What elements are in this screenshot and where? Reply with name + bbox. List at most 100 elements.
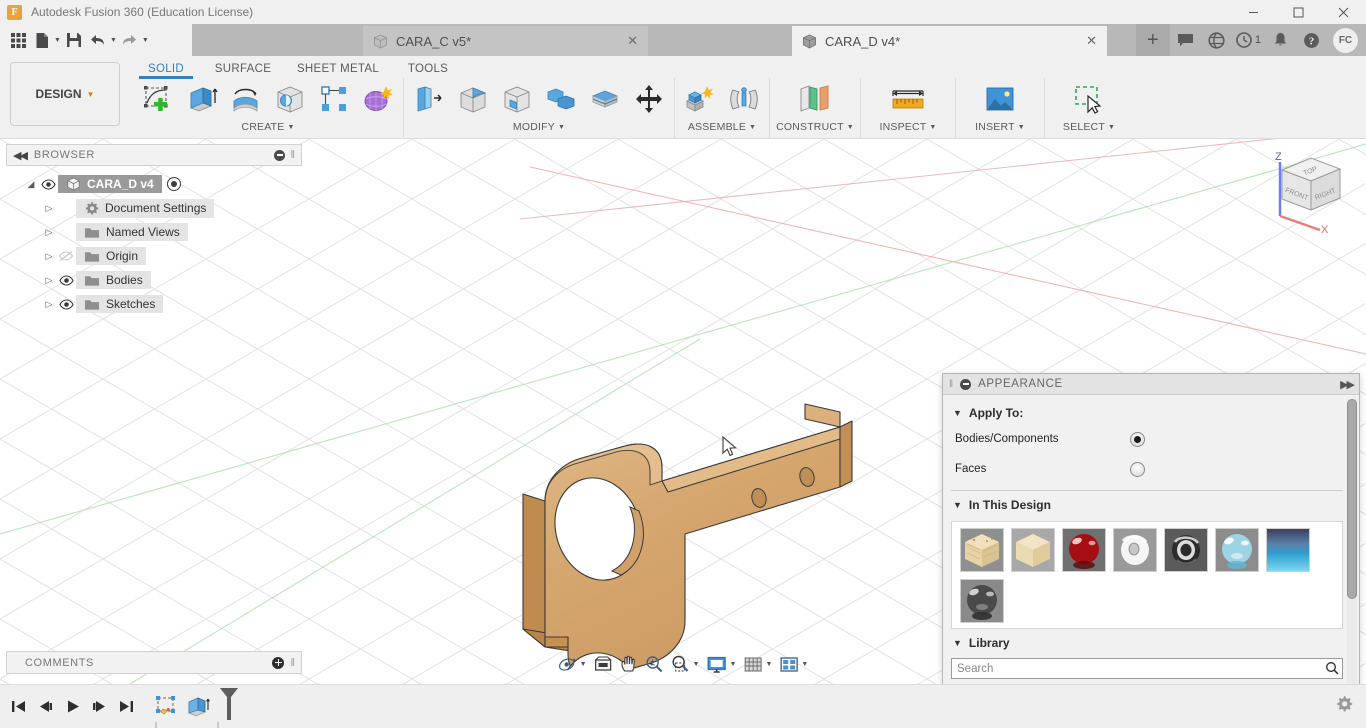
ribbon-group-assemble-label[interactable]: ASSEMBLE ▼ — [688, 121, 756, 133]
expander-icon[interactable]: ▷ — [42, 227, 56, 238]
panel-grip[interactable]: ‖ — [290, 149, 295, 161]
split-face-icon[interactable] — [583, 78, 627, 120]
create-sketch-icon[interactable] — [136, 78, 180, 120]
tree-item-bodies[interactable]: ▷ Bodies — [6, 268, 302, 292]
chevron-down-icon[interactable]: ▼ — [765, 661, 772, 668]
pan-icon[interactable] — [617, 651, 641, 677]
ribbon-group-modify-label[interactable]: MODIFY ▼ — [513, 121, 565, 133]
new-file-icon[interactable] — [31, 28, 53, 52]
timeline-feature-sketch[interactable] — [152, 692, 180, 722]
swatch-wood-birch[interactable] — [960, 528, 1004, 572]
bell-icon[interactable] — [1265, 24, 1296, 56]
swatch-wood-plain[interactable] — [1011, 528, 1055, 572]
document-tab-close-icon[interactable]: ✕ — [627, 33, 638, 49]
comments-panel[interactable]: COMMENTS ‖ — [6, 651, 302, 674]
zoom-window-icon[interactable]: ▼ — [668, 651, 703, 677]
new-file-caret-icon[interactable]: ▼ — [54, 37, 61, 44]
visibility-off-icon[interactable] — [56, 250, 76, 262]
visibility-icon[interactable] — [56, 298, 76, 310]
dialog-grip[interactable]: ‖ — [949, 379, 953, 390]
comment-icon[interactable] — [1170, 24, 1201, 56]
timeline-play-button[interactable] — [59, 692, 86, 722]
library-section-header[interactable]: ▼ Library — [949, 629, 1345, 654]
timeline-step-back-button[interactable] — [32, 692, 59, 722]
appearance-scrollbar-thumb[interactable] — [1347, 399, 1357, 599]
swatch-water-blue[interactable] — [1266, 528, 1310, 572]
document-tab-cara-d[interactable]: CARA_D v4* ✕ — [792, 26, 1107, 56]
move-copy-icon[interactable] — [627, 78, 671, 120]
combine-icon[interactable] — [539, 78, 583, 120]
globe-icon[interactable] — [1201, 24, 1232, 56]
expander-icon[interactable]: ▷ — [42, 299, 56, 310]
expander-icon[interactable]: ◢ — [24, 179, 38, 190]
orbit-icon[interactable]: ▼ — [555, 651, 590, 677]
select-window-icon[interactable] — [1067, 78, 1111, 120]
timeline-end-marker[interactable] — [218, 687, 240, 726]
form-icon[interactable] — [356, 78, 400, 120]
activate-component-radio[interactable] — [166, 177, 181, 191]
ribbon-group-insert-label[interactable]: INSERT ▼ — [975, 121, 1025, 133]
extrude-icon[interactable] — [180, 78, 224, 120]
expander-icon[interactable]: ▷ — [42, 251, 56, 262]
zoom-icon[interactable] — [642, 651, 667, 677]
tree-item-origin[interactable]: ▷ Origin — [6, 244, 302, 268]
save-icon[interactable] — [63, 28, 85, 52]
revolve-icon[interactable] — [224, 78, 268, 120]
appearance-dialog-header[interactable]: ‖ APPEARANCE ▶▶ — [943, 374, 1359, 395]
apply-to-faces-row[interactable]: Faces — [949, 454, 1345, 484]
look-at-icon[interactable] — [591, 651, 616, 677]
apply-to-bodies-radio[interactable] — [1130, 431, 1145, 447]
timeline-step-forward-button[interactable] — [86, 692, 113, 722]
viewport-layout-icon[interactable]: ▼ — [776, 651, 811, 677]
press-pull-icon[interactable] — [407, 78, 451, 120]
swatch-plastic-white[interactable] — [1113, 528, 1157, 572]
minimize-icon[interactable] — [274, 149, 286, 161]
collapse-left-icon[interactable]: ◀◀ — [13, 149, 28, 162]
workspace-switcher-button[interactable]: DESIGN ▼ — [10, 62, 120, 126]
timeline-go-start-button[interactable] — [5, 692, 32, 722]
ribbon-group-select-label[interactable]: SELECT ▼ — [1063, 121, 1115, 133]
display-settings-icon[interactable]: ▼ — [704, 651, 740, 677]
help-icon[interactable]: ? — [1296, 24, 1327, 56]
ribbon-group-construct-label[interactable]: CONSTRUCT ▼ — [776, 121, 854, 133]
close-button[interactable] — [1321, 0, 1366, 24]
insert-image-icon[interactable] — [978, 78, 1022, 120]
chevron-down-icon[interactable]: ▼ — [580, 661, 587, 668]
swatch-glass-red[interactable] — [1062, 528, 1106, 572]
swatch-glass-smoke[interactable] — [960, 579, 1004, 623]
new-component-icon[interactable] — [678, 78, 722, 120]
panel-grip[interactable]: ‖ — [290, 657, 295, 669]
settings-gear-icon[interactable] — [1335, 695, 1353, 718]
document-tab-cara-c[interactable]: CARA_C v5* ✕ — [363, 26, 648, 56]
avatar[interactable]: FC — [1333, 27, 1358, 53]
shell-icon[interactable] — [495, 78, 539, 120]
tree-item-document-settings[interactable]: ▷ Document Settings — [6, 196, 302, 220]
expand-right-icon[interactable]: ▶▶ — [1340, 378, 1355, 391]
job-status-icon[interactable]: 1 — [1232, 24, 1265, 56]
redo-caret-icon[interactable]: ▼ — [142, 37, 149, 44]
minimize-button[interactable] — [1231, 0, 1276, 24]
minimize-icon[interactable] — [960, 378, 972, 390]
view-cube[interactable]: Z X TOP FRONT RIGHT — [1258, 144, 1354, 236]
new-tab-button[interactable]: + — [1135, 24, 1170, 56]
visibility-icon[interactable] — [38, 178, 58, 190]
chevron-down-icon[interactable]: ▼ — [693, 661, 700, 668]
search-icon[interactable] — [1325, 661, 1339, 680]
hole-icon[interactable] — [268, 78, 312, 120]
tab-solid[interactable]: SOLID — [133, 57, 199, 79]
tree-item-sketches[interactable]: ▷ Sketches — [6, 292, 302, 316]
swatch-glass-blue[interactable] — [1215, 528, 1259, 572]
viewport-3d[interactable]: ◀◀ BROWSER ‖ ◢ CARA_D v4 ▷ Document Sett… — [0, 139, 1366, 684]
chevron-down-icon[interactable]: ▼ — [730, 661, 737, 668]
redo-icon[interactable] — [119, 28, 141, 52]
grid-snaps-icon[interactable]: ▼ — [740, 651, 775, 677]
apply-to-section-header[interactable]: ▼ Apply To: — [949, 399, 1345, 424]
document-tab-close-icon[interactable]: ✕ — [1086, 33, 1097, 49]
rectangular-pattern-icon[interactable] — [312, 78, 356, 120]
undo-icon[interactable] — [87, 28, 109, 52]
appearance-dialog[interactable]: ‖ APPEARANCE ▶▶ ▼ Apply To: Bodies/Compo… — [942, 373, 1360, 684]
expander-icon[interactable]: ▷ — [42, 275, 56, 286]
offset-plane-icon[interactable] — [793, 78, 837, 120]
visibility-icon[interactable] — [56, 274, 76, 286]
timeline-feature-extrude[interactable] — [184, 692, 212, 722]
